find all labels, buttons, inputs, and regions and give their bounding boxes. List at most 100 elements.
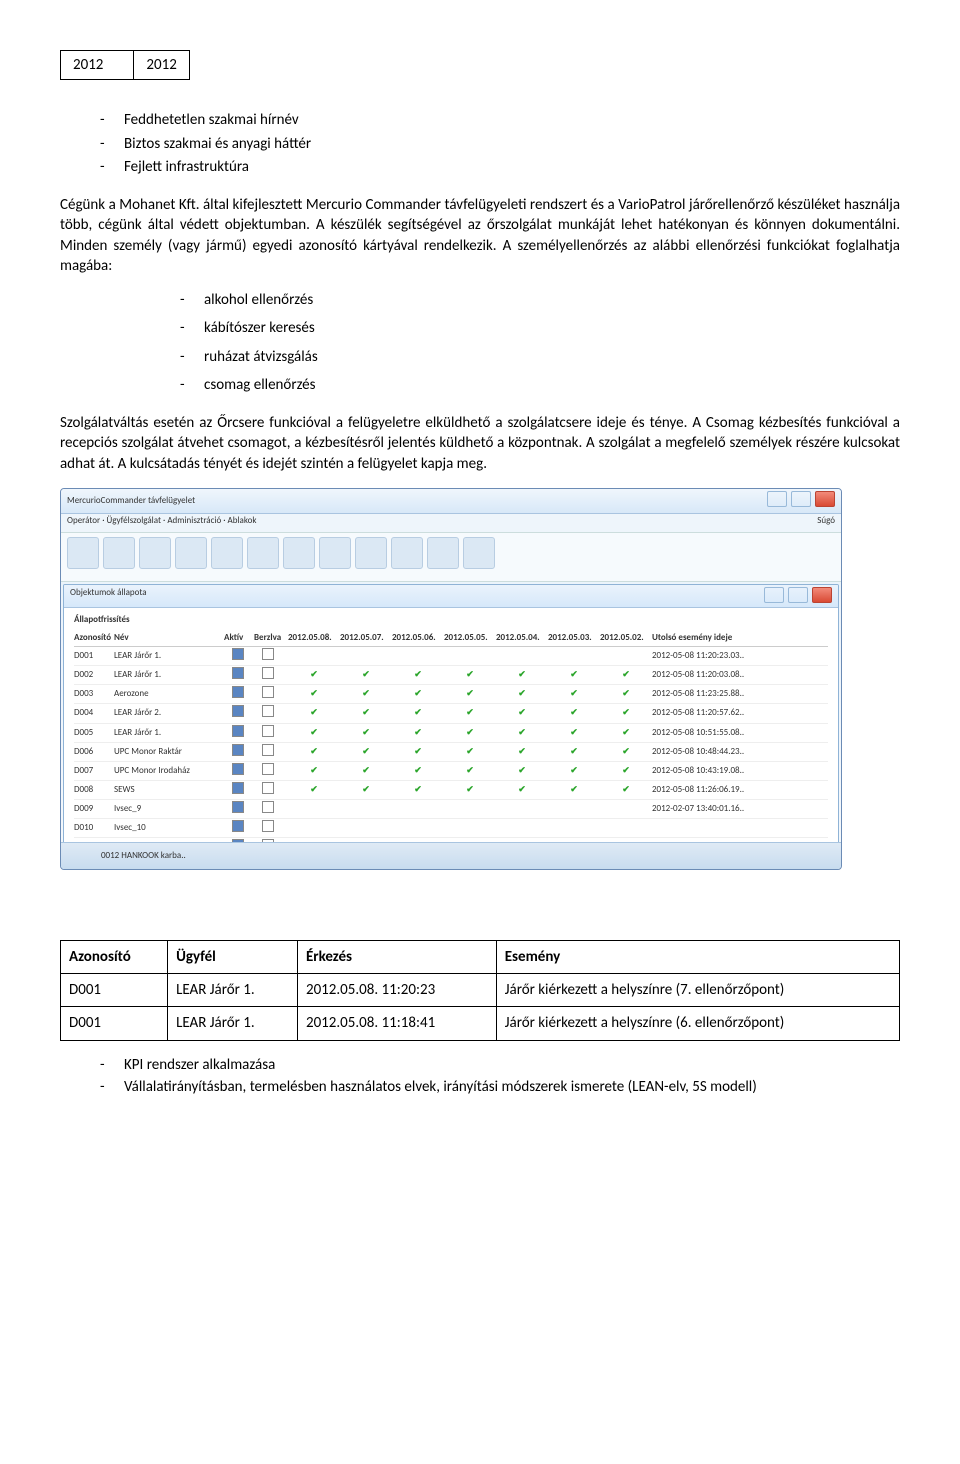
column-header[interactable]: 2012.05.03.	[548, 632, 600, 644]
check-icon: ✔	[392, 669, 444, 681]
list-item: Feddhetetlen szakmai hírnév	[100, 110, 900, 130]
check-icon: ✔	[600, 727, 652, 739]
table-row[interactable]: D009Ivsec_92012-02-07 13:40:01.16..	[74, 800, 828, 819]
checkbox-icon	[232, 686, 244, 698]
status-grid: AzonosítóNévAktívBerzlva2012.05.08.2012.…	[74, 630, 828, 856]
checkbox-icon	[232, 744, 244, 756]
toolbar-icon[interactable]	[463, 537, 495, 569]
app-screenshot: MercurioCommander távfelügyelet Operátor…	[60, 488, 842, 870]
toolbar-icon[interactable]	[67, 537, 99, 569]
toolbar-icon[interactable]	[103, 537, 135, 569]
check-icon: ✔	[340, 669, 392, 681]
check-icon: ✔	[600, 669, 652, 681]
check-icon: ✔	[288, 746, 340, 758]
check-icon: ✔	[600, 707, 652, 719]
table-row[interactable]: D005LEAR Járőr 1.✔✔✔✔✔✔✔2012-05-08 10:51…	[74, 724, 828, 743]
checkbox-icon	[262, 763, 274, 775]
section-label: Állapotfrissítés	[74, 614, 828, 626]
column-header[interactable]: 2012.05.04.	[496, 632, 548, 644]
check-icon: ✔	[444, 727, 496, 739]
table-row[interactable]: D010Ivsec_10	[74, 819, 828, 838]
column-header[interactable]: 2012.05.08.	[288, 632, 340, 644]
check-icon: ✔	[340, 746, 392, 758]
table-row[interactable]: D008SEWS✔✔✔✔✔✔✔2012-05-08 11:26:06.19..	[74, 781, 828, 800]
check-icon: ✔	[444, 746, 496, 758]
close-icon[interactable]	[815, 491, 835, 507]
column-header[interactable]: 2012.05.02.	[600, 632, 652, 644]
toolbar-icon[interactable]	[139, 537, 171, 569]
checkbox-icon	[262, 725, 274, 737]
table-cell: 2012.05.08. 11:18:41	[297, 1007, 496, 1040]
checkbox-icon	[262, 744, 274, 756]
column-header[interactable]: 2012.05.05.	[444, 632, 496, 644]
table-cell: LEAR Járőr 1.	[168, 1007, 298, 1040]
column-header: Érkezés	[297, 940, 496, 973]
column-header[interactable]: Berzlva	[254, 632, 288, 644]
check-icon: ✔	[548, 765, 600, 777]
menu-bar[interactable]: Operátor · Ügyfélszolgálat · Adminisztrá…	[67, 515, 257, 526]
toolbar-icon[interactable]	[211, 537, 243, 569]
list-item: KPI rendszer alkalmazása	[100, 1055, 900, 1075]
toolbar-icon[interactable]	[355, 537, 387, 569]
table-cell: Járőr kiérkezett a helyszínre (6. ellenő…	[496, 1007, 899, 1040]
check-icon: ✔	[288, 669, 340, 681]
column-header[interactable]: 2012.05.06.	[392, 632, 444, 644]
check-icon: ✔	[600, 784, 652, 796]
checkbox-icon	[262, 782, 274, 794]
check-icon: ✔	[496, 765, 548, 777]
footer-bullet-list: KPI rendszer alkalmazásaVállalatirányítá…	[100, 1055, 900, 1098]
app-title: MercurioCommander távfelügyelet	[67, 495, 195, 507]
list-item: alkohol ellenőrzés	[180, 290, 900, 310]
table-row[interactable]: D001LEAR Járőr 1.2012-05-08 11:20:23.03.…	[74, 647, 828, 666]
inner-window-controls[interactable]	[762, 587, 832, 605]
maximize-icon[interactable]	[788, 587, 808, 603]
check-icon: ✔	[444, 669, 496, 681]
list-item: csomag ellenőrzés	[180, 375, 900, 395]
toolbar-icon[interactable]	[427, 537, 459, 569]
list-item: Fejlett infrastruktúra	[100, 157, 900, 177]
menu-help[interactable]: Súgó	[817, 515, 835, 527]
minimize-icon[interactable]	[767, 491, 787, 507]
toolbar-icon[interactable]	[319, 537, 351, 569]
toolbar-icon[interactable]	[247, 537, 279, 569]
table-row[interactable]: D002LEAR Járőr 1.✔✔✔✔✔✔✔2012-05-08 11:20…	[74, 666, 828, 685]
check-icon: ✔	[340, 707, 392, 719]
check-icon: ✔	[444, 784, 496, 796]
column-header[interactable]: Azonosító	[74, 632, 114, 644]
column-header[interactable]: Név	[114, 632, 224, 644]
list-item: kábítószer keresés	[180, 318, 900, 338]
table-row[interactable]: D004LEAR Járőr 2.✔✔✔✔✔✔✔2012-05-08 11:20…	[74, 704, 828, 723]
taskbar: 0012 HANKOOK karba..	[61, 842, 841, 869]
toolbar-icon[interactable]	[283, 537, 315, 569]
table-cell: LEAR Járőr 1.	[168, 974, 298, 1007]
column-header: Esemény	[496, 940, 899, 973]
checkbox-icon	[262, 801, 274, 813]
checkbox-icon	[262, 667, 274, 679]
table-row[interactable]: D006UPC Monor Raktár✔✔✔✔✔✔✔2012-05-08 10…	[74, 743, 828, 762]
close-icon[interactable]	[812, 587, 832, 603]
column-header[interactable]: 2012.05.07.	[340, 632, 392, 644]
check-icon: ✔	[340, 688, 392, 700]
check-icon: ✔	[288, 727, 340, 739]
check-icon: ✔	[548, 707, 600, 719]
minimize-icon[interactable]	[764, 587, 784, 603]
check-icon: ✔	[496, 784, 548, 796]
check-icon: ✔	[548, 669, 600, 681]
table-row: D001LEAR Járőr 1.2012.05.08. 11:18:41Jár…	[61, 1007, 900, 1040]
check-icon: ✔	[392, 746, 444, 758]
check-icon: ✔	[444, 765, 496, 777]
inner-window-title: Objektumok állapota	[70, 587, 147, 605]
table-row[interactable]: D007UPC Monor Irodaház✔✔✔✔✔✔✔2012-05-08 …	[74, 762, 828, 781]
maximize-icon[interactable]	[791, 491, 811, 507]
column-header[interactable]: Utolsó esemény ideje	[652, 632, 772, 644]
checkbox-icon	[232, 820, 244, 832]
toolbar-icon[interactable]	[175, 537, 207, 569]
table-row[interactable]: D003Aerozone✔✔✔✔✔✔✔2012-05-08 11:23:25.8…	[74, 685, 828, 704]
check-icon: ✔	[496, 688, 548, 700]
checkbox-icon	[232, 763, 244, 775]
inner-window: Objektumok állapota Állapotfrissítés Azo…	[63, 584, 839, 856]
column-header[interactable]: Aktív	[224, 632, 254, 644]
toolbar-icon[interactable]	[391, 537, 423, 569]
check-icon: ✔	[444, 707, 496, 719]
window-controls[interactable]	[765, 491, 835, 511]
